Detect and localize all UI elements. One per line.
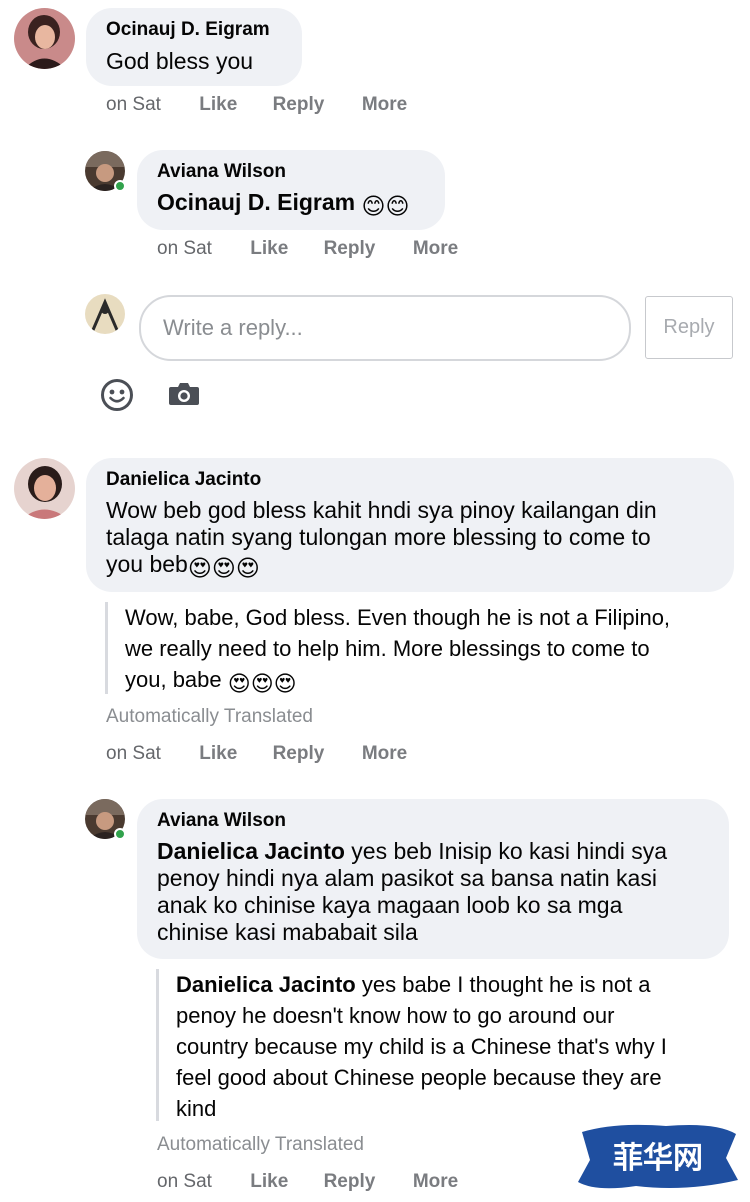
more-button[interactable]: More — [362, 94, 407, 116]
mention-link[interactable]: Danielica Jacinto — [157, 838, 345, 864]
translation-line: penoy he doesn't know how to go around o… — [176, 1003, 615, 1028]
timestamp[interactable]: on Sat — [157, 1171, 245, 1193]
translation-line: we really need to help him. More blessin… — [125, 636, 650, 661]
comment-text-line: penoy hindi nya alam pasikot sa bansa na… — [157, 865, 657, 891]
online-status-icon — [114, 828, 126, 840]
reply-button[interactable]: Reply — [273, 94, 357, 116]
avatar[interactable] — [14, 8, 75, 69]
more-button[interactable]: More — [413, 238, 458, 260]
timestamp[interactable]: on Sat — [106, 743, 194, 765]
comment-bubble: Danielica Jacinto Wow beb god bless kahi… — [86, 458, 734, 592]
comment-author[interactable]: Aviana Wilson — [157, 160, 445, 184]
comment-text-line: Danielica Jacinto yes beb Inisip ko kasi… — [157, 838, 729, 865]
watermark-text: 菲华网 — [613, 1141, 703, 1176]
comment-author[interactable]: Ocinauj D. Eigram — [106, 18, 302, 42]
translation-line: Danielica Jacinto yes babe I thought he … — [176, 969, 736, 1000]
comment-meta: on Sat Like Reply More — [106, 94, 407, 116]
watermark-logo: 菲华网 — [576, 1120, 740, 1194]
like-button[interactable]: Like — [199, 743, 267, 765]
camera-icon[interactable] — [168, 381, 200, 407]
reply-input-placeholder: Write a reply... — [163, 315, 303, 340]
comment-text-fragment: yes beb Inisip ko kasi hindi sya — [344, 838, 668, 864]
comment-text-line: chinise kasi mababait sila — [157, 919, 418, 945]
timestamp[interactable]: on Sat — [157, 238, 245, 260]
smiling-face-emoji: 😊😊 — [361, 193, 410, 219]
heart-eyes-emoji: 😍😍😍 — [227, 671, 297, 696]
translation-fragment: yes babe I thought he is not a — [355, 972, 651, 997]
translation-fragment: you, babe — [125, 667, 222, 692]
comment-bubble: Aviana Wilson Ocinauj D. Eigram 😊😊 — [137, 150, 445, 230]
comment-author[interactable]: Aviana Wilson — [157, 809, 729, 833]
online-status-icon — [114, 180, 126, 192]
more-button[interactable]: More — [413, 1171, 458, 1193]
translation-block: Wow, babe, God bless. Even though he is … — [105, 602, 745, 696]
comment-author[interactable]: Danielica Jacinto — [106, 468, 734, 492]
translation-line: feel good about Chinese people because t… — [176, 1065, 662, 1090]
reply-button[interactable]: Reply — [324, 1171, 408, 1193]
mention-link[interactable]: Ocinauj D. Eigram — [157, 189, 355, 215]
comment-meta: on Sat Like Reply More — [106, 743, 407, 765]
smiley-icon[interactable] — [100, 378, 134, 412]
comment-text-line: Wow beb god bless kahit hndi sya pinoy k… — [106, 497, 657, 523]
translation-line: you, babe 😍😍😍 — [125, 664, 745, 699]
like-button[interactable]: Like — [250, 1171, 318, 1193]
comment-text: Danielica Jacinto yes beb Inisip ko kasi… — [157, 838, 729, 946]
comment-text-line: you beb😍😍😍 — [106, 551, 734, 582]
heart-eyes-emoji: 😍😍😍 — [187, 555, 260, 581]
comment-text-line: talaga natin syang tulongan more blessin… — [106, 524, 651, 550]
more-button[interactable]: More — [362, 743, 407, 765]
comment-text: Wow beb god bless kahit hndi sya pinoy k… — [106, 497, 734, 582]
comment-text: God bless you — [106, 48, 254, 74]
mention-link[interactable]: Danielica Jacinto — [176, 972, 356, 997]
comment-meta: on Sat Like Reply More — [157, 238, 458, 260]
comment-bubble: Ocinauj D. Eigram God bless you — [86, 8, 302, 86]
like-button[interactable]: Like — [250, 238, 318, 260]
translation-line: country because my child is a Chinese th… — [176, 1034, 667, 1059]
reply-button[interactable]: Reply — [324, 238, 408, 260]
reply-input[interactable]: Write a reply... — [139, 295, 631, 361]
auto-translated-label[interactable]: Automatically Translated — [157, 1134, 364, 1156]
current-user-avatar — [85, 294, 125, 334]
comment-text: Ocinauj D. Eigram 😊😊 — [157, 188, 445, 220]
comment-text-line: anak ko chinise kaya magaan loob ko sa m… — [157, 892, 623, 918]
translation-block: Danielica Jacinto yes babe I thought he … — [156, 969, 736, 1121]
timestamp[interactable]: on Sat — [106, 94, 194, 116]
auto-translated-label[interactable]: Automatically Translated — [106, 706, 313, 728]
like-button[interactable]: Like — [199, 94, 267, 116]
comment-meta: on Sat Like Reply More — [157, 1171, 458, 1193]
translation-line: Wow, babe, God bless. Even though he is … — [125, 605, 671, 630]
reply-submit-button[interactable]: Reply — [645, 296, 733, 359]
avatar[interactable] — [14, 458, 75, 519]
comment-text-fragment: you beb — [106, 551, 188, 577]
comment-bubble: Aviana Wilson Danielica Jacinto yes beb … — [137, 799, 729, 959]
reply-button[interactable]: Reply — [273, 743, 357, 765]
